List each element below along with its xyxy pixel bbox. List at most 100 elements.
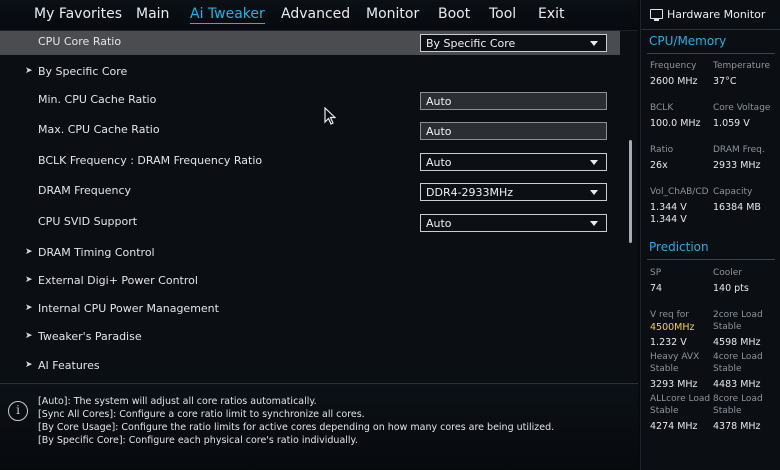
mouse-pointer-icon (324, 106, 337, 129)
tab-my-favorites[interactable]: My Favorites (34, 6, 122, 22)
tab-ai-tweaker[interactable]: Ai Tweaker (190, 6, 265, 24)
submenu-external-digi-power[interactable]: ➤ External Digi+ Power Control (0, 270, 620, 294)
heavy-avx-value: 3293 MHz (650, 379, 698, 390)
submenu-by-specific-core[interactable]: ➤ By Specific Core (0, 61, 620, 85)
cooler-label: Cooler (713, 268, 743, 278)
chevron-down-icon (590, 190, 598, 195)
select-value: DDR4-2933MHz (426, 186, 514, 199)
allcore-load-label: ALLcore Load (650, 394, 711, 404)
setting-cpu-svid-support[interactable]: CPU SVID Support Auto (0, 211, 620, 235)
submenu-dram-timing-control[interactable]: ➤ DRAM Timing Control (0, 242, 620, 266)
help-info-bar: i [Auto]: The system will adjust all cor… (0, 383, 638, 470)
cpu-memory-heading: CPU/Memory (649, 34, 727, 48)
core-voltage-value: 1.059 V (713, 118, 750, 129)
prediction-heading: Prediction (649, 240, 709, 254)
2core-load-label: 2core Load (713, 310, 763, 320)
vreq-label: V req for (650, 310, 690, 320)
vreq-value: 1.232 V (650, 337, 687, 348)
4core-load-label: 4core Load (713, 352, 763, 362)
tab-tool[interactable]: Tool (489, 6, 516, 22)
hardware-monitor-header: Hardware Monitor (641, 0, 780, 30)
help-line: [By Specific Core]: Configure each physi… (38, 435, 358, 446)
core-voltage-label: Core Voltage (713, 103, 771, 113)
heavy-avx-label: Heavy AVX (650, 352, 700, 362)
help-line: [Sync All Cores]: Configure a core ratio… (38, 409, 365, 420)
4core-load-value: 4483 MHz (713, 379, 761, 390)
setting-min-cpu-cache-ratio[interactable]: Min. CPU Cache Ratio Auto (0, 89, 620, 113)
tab-exit[interactable]: Exit (538, 6, 565, 22)
chevron-right-icon: ➤ (25, 331, 33, 341)
2core-load-value: 4598 MHz (713, 337, 761, 348)
hardware-monitor-title: Hardware Monitor (667, 8, 766, 21)
setting-cpu-core-ratio[interactable]: CPU Core Ratio By Specific Core (0, 31, 620, 55)
submenu-tweakers-paradise[interactable]: ➤ Tweaker's Paradise (0, 326, 620, 350)
sp-value: 74 (650, 283, 663, 294)
select-value: By Specific Core (426, 37, 516, 50)
hardware-monitor-panel: Hardware Monitor CPU/Memory Frequency 26… (640, 0, 780, 470)
dram-freq-value: 2933 MHz (713, 160, 761, 171)
cpu-core-ratio-select[interactable]: By Specific Core (420, 34, 607, 52)
temperature-label: Temperature (713, 61, 771, 71)
input-value: Auto (426, 95, 452, 108)
capacity-label: Capacity (713, 187, 753, 197)
sp-label: SP (650, 268, 662, 278)
setting-max-cpu-cache-ratio[interactable]: Max. CPU Cache Ratio Auto (0, 119, 620, 143)
help-line: [By Core Usage]: Configure the ratio lim… (38, 422, 555, 433)
vol-chab-cd-label: Vol_ChAB/CD (650, 187, 709, 197)
ratio-value: 26x (650, 160, 668, 171)
setting-label: Min. CPU Cache Ratio (38, 93, 157, 106)
4core-stable-label: Stable (713, 364, 742, 374)
setting-label: Max. CPU Cache Ratio (38, 123, 160, 136)
setting-label: CPU Core Ratio (38, 35, 122, 48)
bclk-value: 100.0 MHz (650, 118, 701, 129)
tab-advanced[interactable]: Advanced (281, 6, 350, 22)
chevron-right-icon: ➤ (25, 360, 33, 370)
tab-monitor[interactable]: Monitor (366, 6, 419, 22)
select-value: Auto (426, 217, 452, 230)
scrollbar-thumb[interactable] (629, 140, 632, 243)
dram-frequency-select[interactable]: DDR4-2933MHz (420, 183, 607, 201)
max-cpu-cache-ratio-input[interactable]: Auto (420, 122, 607, 140)
tab-main[interactable]: Main (136, 6, 169, 22)
ratio-label: Ratio (650, 145, 674, 155)
8core-load-value: 4378 MHz (713, 421, 761, 432)
chevron-right-icon: ➤ (25, 247, 33, 257)
submenu-internal-cpu-power[interactable]: ➤ Internal CPU Power Management (0, 298, 620, 322)
capacity-value: 16384 MB (713, 202, 761, 213)
frequency-label: Frequency (650, 61, 697, 71)
info-icon: i (8, 401, 28, 421)
vreq-frequency: 4500MHz (650, 322, 695, 333)
input-value: Auto (426, 125, 452, 138)
setting-bclk-dram-ratio[interactable]: BCLK Frequency : DRAM Frequency Ratio Au… (0, 150, 620, 174)
2core-stable-label: Stable (713, 322, 742, 332)
help-line: [Auto]: The system will adjust all core … (38, 396, 317, 407)
8core-load-label: 8core Load (713, 394, 763, 404)
allcore-load-value: 4274 MHz (650, 421, 698, 432)
chevron-down-icon (590, 221, 598, 226)
setting-label: CPU SVID Support (38, 215, 138, 228)
vol-chab-value: 1.344 V (650, 202, 687, 213)
setting-dram-frequency[interactable]: DRAM Frequency DDR4-2933MHz (0, 180, 620, 204)
submenu-ai-features[interactable]: ➤ AI Features (0, 355, 620, 379)
top-navigation: My Favorites Main Ai Tweaker Advanced Mo… (0, 0, 638, 31)
submenu-label: AI Features (38, 359, 100, 372)
submenu-label: By Specific Core (38, 65, 128, 78)
temperature-value: 37°C (713, 76, 737, 87)
tab-boot[interactable]: Boot (438, 6, 470, 22)
bclk-dram-ratio-select[interactable]: Auto (420, 153, 607, 171)
frequency-value: 2600 MHz (650, 76, 698, 87)
chevron-down-icon (590, 41, 598, 46)
allcore-stable-label: Stable (650, 406, 679, 416)
monitor-icon (650, 9, 663, 21)
bclk-label: BCLK (650, 103, 674, 113)
chevron-right-icon: ➤ (25, 66, 33, 76)
submenu-label: Internal CPU Power Management (38, 302, 219, 315)
chevron-right-icon: ➤ (25, 275, 33, 285)
submenu-label: External Digi+ Power Control (38, 274, 198, 287)
heavy-avx-stable-label: Stable (650, 364, 679, 374)
section-divider (647, 53, 775, 54)
setting-label: DRAM Frequency (38, 184, 132, 197)
cpu-svid-support-select[interactable]: Auto (420, 214, 607, 232)
cooler-value: 140 pts (713, 283, 749, 294)
min-cpu-cache-ratio-input[interactable]: Auto (420, 92, 607, 110)
